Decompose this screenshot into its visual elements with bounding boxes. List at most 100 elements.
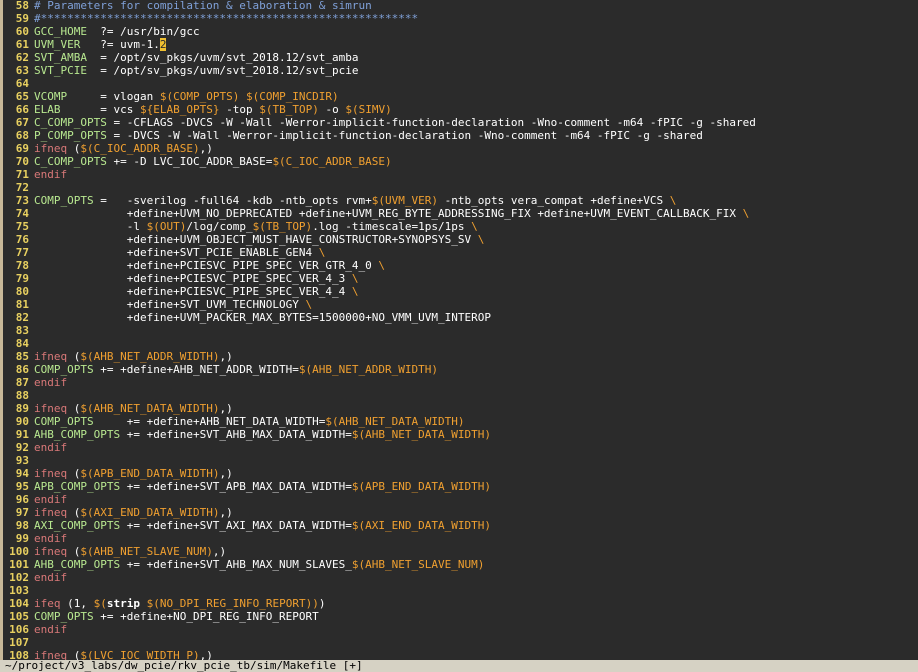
code-text: ELAB = vcs ${ELAB_OPTS} -top $(TB_TOP) -… bbox=[34, 103, 392, 116]
editor-buffer[interactable]: 58 # Parameters for compilation & elabora… bbox=[0, 0, 918, 660]
line-number: 70 bbox=[15, 155, 29, 168]
code-token: $(AHB_NET_ADDR_WIDTH) bbox=[80, 350, 220, 363]
code-token: COMP_OPTS bbox=[34, 415, 94, 428]
code-token: ifneq bbox=[34, 506, 68, 519]
code-token: $(SIMV) bbox=[345, 103, 392, 116]
code-text: GCC_HOME ?= /usr/bin/gcc bbox=[34, 25, 200, 38]
code-text: +define+PCIESVC_PIPE_SPEC_VER_4_4 \ bbox=[34, 285, 359, 298]
code-text: AHB_COMP_OPTS += +define+SVT_AHB_MAX_NUM… bbox=[34, 558, 484, 571]
code-token: += +define+AHB_NET_DATA_WIDTH= bbox=[93, 415, 326, 428]
code-text: P_COMP_OPTS = -DVCS -W -Wall -Werror-imp… bbox=[34, 129, 703, 142]
code-text: ifneq ($(AXI_END_DATA_WIDTH),) bbox=[34, 506, 233, 519]
line-number: 95 bbox=[15, 480, 29, 493]
code-token: $(AHB_NET_SLAVE_NUM) bbox=[80, 545, 213, 558]
code-token: -o bbox=[318, 103, 346, 116]
line-number: 102 bbox=[9, 571, 29, 584]
code-token: $(AHB_NET_DATA_WIDTH) bbox=[351, 428, 491, 441]
code-token: ,) bbox=[199, 649, 213, 660]
code-text: C_COMP_OPTS += -D LVC_IOC_ADDR_BASE=$(C_… bbox=[34, 155, 392, 168]
code-text: +define+SVT_UVM_TECHNOLOGY \ bbox=[34, 298, 312, 311]
code-token: C_COMP_OPTS bbox=[34, 155, 107, 168]
code-token: endif bbox=[34, 441, 68, 454]
code-token: +define+PCIESVC_PIPE_SPEC_VER_GTR_4_0 bbox=[34, 259, 379, 272]
code-token: $(AHB_NET_DATA_WIDTH) bbox=[80, 402, 220, 415]
code-token: += +define+SVT_AXI_MAX_DATA_WIDTH= bbox=[120, 519, 352, 532]
line-number: 77 bbox=[15, 246, 29, 259]
code-text: endif bbox=[34, 376, 67, 389]
code-token: ,) bbox=[219, 402, 233, 415]
code-token: += +define+SVT_AHB_MAX_DATA_WIDTH= bbox=[120, 428, 352, 441]
code-text: COMP_OPTS += +define+NO_DPI_REG_INFO_REP… bbox=[34, 610, 319, 623]
line-number: 106 bbox=[9, 623, 29, 636]
code-token: $(NO_DPI_REG_INFO_REPORT) bbox=[146, 597, 313, 610]
code-token: +define+SVT_UVM_TECHNOLOGY bbox=[34, 298, 306, 311]
code-token: $(AHB_NET_ADDR_WIDTH) bbox=[298, 363, 438, 376]
code-token: ) bbox=[312, 597, 319, 610]
line-number: 73 bbox=[15, 194, 29, 207]
line-number: 58 bbox=[15, 0, 29, 12]
code-token: = -CFLAGS -DVCS -W -Wall -Werror-implici… bbox=[106, 116, 756, 129]
line-number: 80 bbox=[15, 285, 29, 298]
code-token: +define+SVT_PCIE_ENABLE_GEN4 bbox=[34, 246, 319, 259]
code-text: ifeq (1, $(strip $(NO_DPI_REG_INFO_REPOR… bbox=[34, 597, 325, 610]
code-token: \ bbox=[378, 259, 385, 272]
code-text: ifneq ($(LVC_IOC_WIDTH_P),) bbox=[34, 649, 213, 660]
code-token: ,) bbox=[219, 467, 233, 480]
code-token: # Parameters for compilation & elaborati… bbox=[34, 0, 372, 12]
code-token: ELAB bbox=[34, 103, 61, 116]
line-number: 104 bbox=[9, 597, 29, 610]
code-token: APB_COMP_OPTS bbox=[34, 480, 121, 493]
code-token: ifneq bbox=[34, 467, 68, 480]
code-token: $(APB_END_DATA_WIDTH) bbox=[80, 467, 220, 480]
code-token: = -sverilog -full64 -kdb -ntb_opts rvm+ bbox=[93, 194, 372, 207]
code-text: SVT_PCIE = /opt/sv_pkgs/uvm/svt_2018.12/… bbox=[34, 64, 359, 77]
code-token: endif bbox=[34, 376, 68, 389]
code-token: ( bbox=[67, 142, 81, 155]
code-text: C_COMP_OPTS = -CFLAGS -DVCS -W -Wall -We… bbox=[34, 116, 756, 129]
code-token: ,) bbox=[212, 545, 227, 558]
code-text: ifneq ($(AHB_NET_ADDR_WIDTH),) bbox=[34, 350, 233, 363]
code-token: AHB_COMP_OPTS bbox=[34, 428, 121, 441]
code-token: \ bbox=[318, 246, 326, 259]
code-token: +define+PCIESVC_PIPE_SPEC_VER_4_3 bbox=[34, 272, 352, 285]
code-token: ?= uvm-1. bbox=[80, 38, 160, 51]
code-token: = vlogan bbox=[67, 90, 160, 103]
line-number: 60 bbox=[15, 25, 29, 38]
code-text: AXI_COMP_OPTS += +define+SVT_AXI_MAX_DAT… bbox=[34, 519, 491, 532]
line-number: 100 bbox=[9, 545, 29, 558]
code-text: +define+PCIESVC_PIPE_SPEC_VER_4_3 \ bbox=[34, 272, 359, 285]
code-token: +define+UVM_PACKER_MAX_BYTES=1500000+NO_… bbox=[34, 311, 491, 324]
code-token: = /opt/sv_pkgs/uvm/svt_2018.12/svt_pcie bbox=[86, 64, 359, 77]
code-token: UVM_VER bbox=[34, 38, 81, 51]
code-token: = vcs bbox=[60, 103, 140, 116]
code-token: AXI_COMP_OPTS bbox=[34, 519, 121, 532]
code-token: $(COMP_INCDIR) bbox=[245, 90, 339, 103]
code-token: \ bbox=[351, 272, 359, 285]
code-token: $(COMP_OPTS) bbox=[159, 90, 240, 103]
line-number: 63 bbox=[15, 64, 29, 77]
line-number: 81 bbox=[15, 298, 29, 311]
line-number: 103 bbox=[9, 584, 29, 597]
code-text: UVM_VER ?= uvm-1.2 bbox=[34, 38, 167, 51]
line-number: 75 bbox=[15, 220, 29, 233]
code-token: $(AXI_END_DATA_WIDTH) bbox=[351, 519, 491, 532]
code-token: \ bbox=[477, 233, 485, 246]
line-number: 88 bbox=[15, 389, 29, 402]
code-token: $(C_IOC_ADDR_BASE) bbox=[272, 155, 392, 168]
code-text: VCOMP = vlogan $(COMP_OPTS) $(COMP_INCDI… bbox=[34, 90, 339, 103]
code-token: P_COMP_OPTS bbox=[34, 129, 107, 142]
code-token: +define+UVM_OBJECT_MUST_HAVE_CONSTRUCTOR… bbox=[34, 233, 478, 246]
code-text: endif bbox=[34, 532, 67, 545]
code-token: \ bbox=[351, 285, 359, 298]
code-token: ifneq bbox=[34, 402, 68, 415]
code-token: $(AHB_NET_SLAVE_NUM) bbox=[351, 558, 485, 571]
line-number: 98 bbox=[15, 519, 29, 532]
code-text: endif bbox=[34, 441, 67, 454]
line-number: 84 bbox=[15, 337, 29, 350]
code-token: $(AHB_NET_DATA_WIDTH) bbox=[325, 415, 465, 428]
line-number: 66 bbox=[15, 103, 29, 116]
code-token: \ bbox=[669, 194, 677, 207]
code-token: #***************************************… bbox=[34, 12, 419, 25]
code-token: += +define+NO_DPI_REG_INFO_REPORT bbox=[93, 610, 319, 623]
